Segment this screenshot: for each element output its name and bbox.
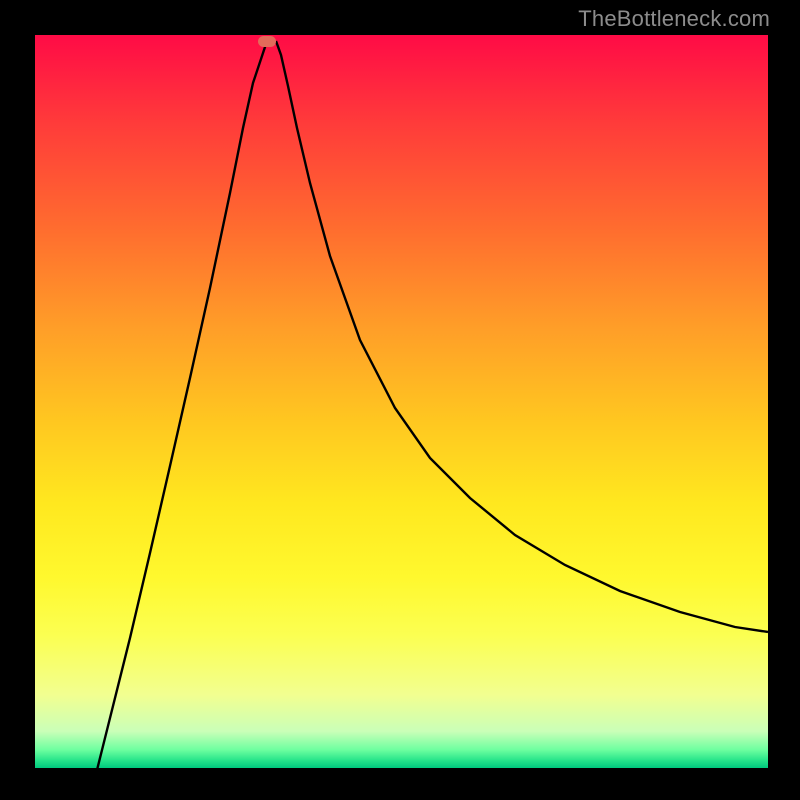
chart-frame: TheBottleneck.com <box>0 0 800 800</box>
optimum-marker <box>258 36 276 47</box>
watermark-text: TheBottleneck.com <box>578 6 770 32</box>
bottleneck-curve <box>35 35 768 768</box>
plot-area <box>35 35 768 768</box>
